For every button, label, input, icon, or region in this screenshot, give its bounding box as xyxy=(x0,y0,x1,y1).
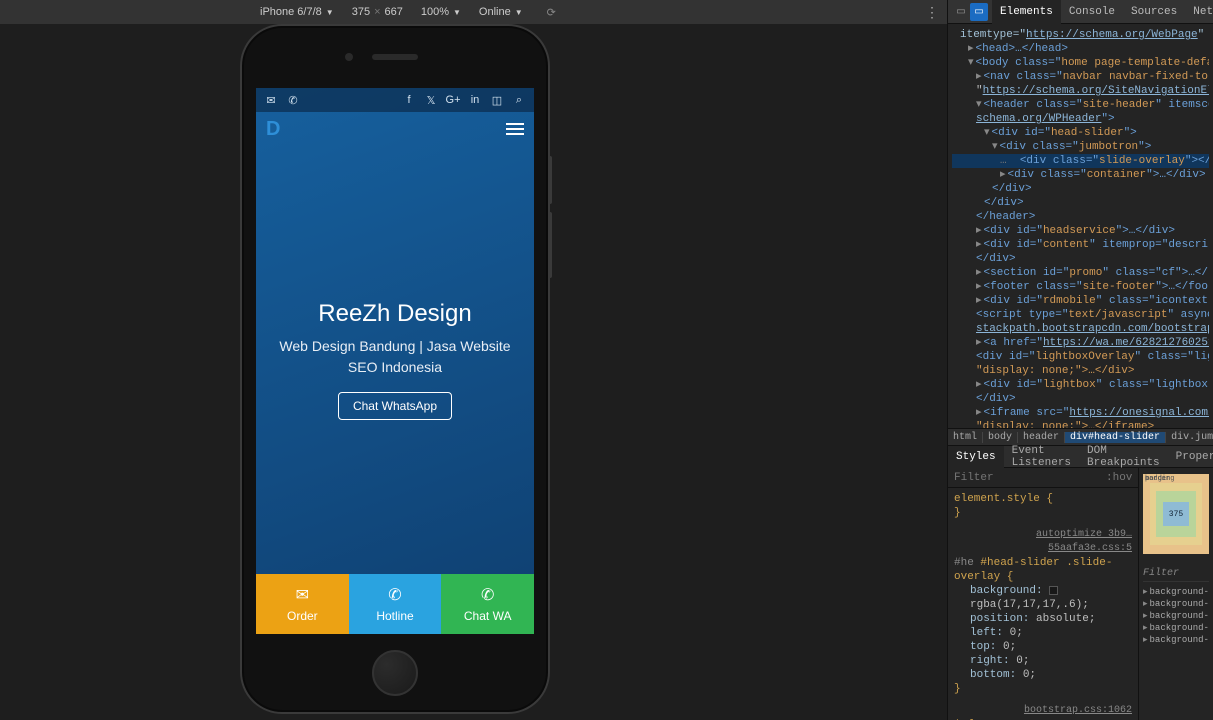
instagram-icon[interactable]: ◫ xyxy=(492,95,502,105)
tab-network[interactable]: Network xyxy=(1185,0,1213,24)
whatsapp-icon: ✆ xyxy=(481,585,494,605)
inspect-icon[interactable]: ▭ xyxy=(952,3,970,21)
tab-elements[interactable]: Elements xyxy=(992,0,1061,24)
breadcrumb-item[interactable]: body xyxy=(983,432,1018,443)
computed-list: ▸background-a ▸background-c ▸background-… xyxy=(1143,582,1209,646)
zoom-selector[interactable]: 100%▼ xyxy=(421,6,461,18)
device-mode-icon[interactable]: ▭ xyxy=(970,3,988,21)
device-toolbar: iPhone 6/7/8▼ 375 × 667 100%▼ Online▼ ⟳ … xyxy=(0,0,947,24)
googleplus-icon[interactable]: G+ xyxy=(448,95,458,105)
refresh-icon[interactable]: ⟳ xyxy=(547,6,556,19)
styles-pane[interactable]: :hov .cls ＋ element.style { } autoptimiz… xyxy=(948,468,1139,720)
device-selector[interactable]: iPhone 6/7/8▼ xyxy=(260,6,334,18)
breadcrumb-item[interactable]: div#head-slider xyxy=(1065,432,1166,443)
phone-speaker xyxy=(372,54,418,60)
search-icon[interactable]: ⌕ xyxy=(514,95,524,105)
site-logo[interactable]: D xyxy=(266,118,280,141)
styles-tabs: Styles Event Listeners DOM Breakpoints P… xyxy=(948,446,1213,468)
tab-console[interactable]: Console xyxy=(1061,0,1123,24)
order-button[interactable]: ✉ Order xyxy=(256,574,349,634)
linkedin-icon[interactable]: in xyxy=(470,95,480,105)
phone-screen: ✉ ✆ f 𝕏 G+ in ◫ ⌕ D ReeZh Design Web Des… xyxy=(256,88,534,634)
breadcrumb-item[interactable]: header xyxy=(1018,432,1065,443)
facebook-icon[interactable]: f xyxy=(404,95,414,105)
tab-properties[interactable]: Properties xyxy=(1168,446,1213,468)
phone-frame: ✉ ✆ f 𝕏 G+ in ◫ ⌕ D ReeZh Design Web Des… xyxy=(240,24,550,714)
phone-side-button xyxy=(548,156,552,204)
hero-title: ReeZh Design xyxy=(318,300,471,328)
phone-camera xyxy=(345,53,353,61)
hero-subtitle: Web Design Bandung | Jasa Website SEO In… xyxy=(272,336,518,378)
computed-filter[interactable]: Filter xyxy=(1143,566,1209,582)
hov-toggle[interactable]: :hov xyxy=(1106,472,1132,484)
tab-event-listeners[interactable]: Event Listeners xyxy=(1004,446,1079,468)
more-options-icon[interactable]: ⋮ xyxy=(925,4,939,21)
phone-side-button xyxy=(548,212,552,278)
home-button[interactable] xyxy=(372,650,418,696)
envelope-icon: ✉ xyxy=(296,585,309,605)
box-model: margin border padding 375 xyxy=(1143,474,1209,554)
envelope-icon[interactable]: ✉ xyxy=(266,95,276,105)
bottom-bar: ✉ Order ✆ Hotline ✆ Chat WA xyxy=(256,574,534,634)
hotline-label: Hotline xyxy=(376,609,413,623)
network-selector[interactable]: Online▼ xyxy=(479,6,523,18)
site-navbar: D xyxy=(256,112,534,146)
hotline-button[interactable]: ✆ Hotline xyxy=(349,574,442,634)
hamburger-icon[interactable] xyxy=(506,123,524,135)
twitter-icon[interactable]: 𝕏 xyxy=(426,95,436,105)
breadcrumb-item[interactable]: html xyxy=(948,432,983,443)
breadcrumb-item[interactable]: div.jumbotron xyxy=(1166,432,1213,443)
cta-button[interactable]: Chat WhatsApp xyxy=(338,392,452,420)
viewport-size[interactable]: 375 × 667 xyxy=(352,6,403,18)
chatwa-button[interactable]: ✆ Chat WA xyxy=(441,574,534,634)
phone-icon: ✆ xyxy=(388,585,401,605)
order-label: Order xyxy=(287,609,318,623)
tab-sources[interactable]: Sources xyxy=(1123,0,1185,24)
hero-section: ReeZh Design Web Design Bandung | Jasa W… xyxy=(256,146,534,574)
whatsapp-icon[interactable]: ✆ xyxy=(288,95,298,105)
site-topbar: ✉ ✆ f 𝕏 G+ in ◫ ⌕ xyxy=(256,88,534,112)
breadcrumb[interactable]: html body header div#head-slider div.jum… xyxy=(948,428,1213,446)
styles-filter-input[interactable] xyxy=(954,472,1100,484)
devtools-tabs: ▭ ▭ Elements Console Sources Network xyxy=(948,0,1213,24)
tab-styles[interactable]: Styles xyxy=(948,446,1004,468)
chatwa-label: Chat WA xyxy=(464,609,512,623)
tab-dom-breakpoints[interactable]: DOM Breakpoints xyxy=(1079,446,1168,468)
dom-tree[interactable]: itemtype="https://schema.org/WebPage" cl… xyxy=(948,24,1213,428)
computed-pane[interactable]: margin border padding 375 Filter ▸backgr… xyxy=(1139,468,1213,720)
devtools-panel: ▭ ▭ Elements Console Sources Network ite… xyxy=(947,0,1213,720)
